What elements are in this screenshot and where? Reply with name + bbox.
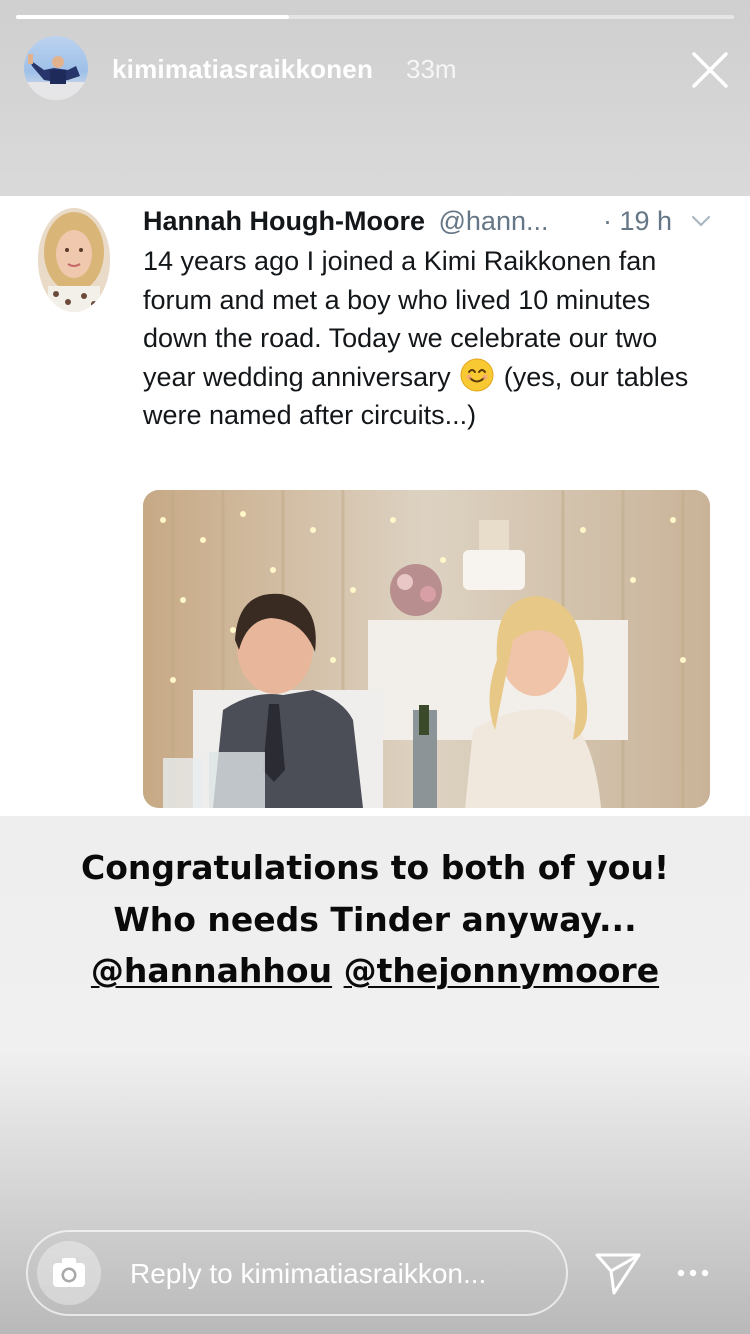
tweet-text: 14 years ago I joined a Kimi Raikkonen f… bbox=[143, 242, 713, 435]
tweet-photo[interactable] bbox=[143, 490, 710, 808]
tweet-card: Hannah Hough-Moore @hann... · 19 h 14 ye… bbox=[0, 196, 750, 816]
story-time: 33m bbox=[406, 54, 457, 84]
reply-input[interactable]: Reply to kimimatiasraikkon... bbox=[26, 1230, 568, 1316]
avatar-image bbox=[24, 54, 88, 100]
tweet-author-handle[interactable]: @hann... bbox=[439, 206, 549, 236]
chevron-down-icon[interactable] bbox=[691, 214, 711, 228]
tweet-author-name[interactable]: Hannah Hough-Moore bbox=[143, 206, 425, 236]
close-icon[interactable] bbox=[688, 48, 732, 92]
story-caption: Congratulations to both of you! Who need… bbox=[20, 842, 730, 997]
reply-placeholder: Reply to kimimatiasraikkon... bbox=[130, 1258, 487, 1289]
caption-line-2: Who needs Tinder anyway... bbox=[113, 899, 637, 939]
story-progress-fill bbox=[16, 15, 289, 19]
tweet-header: Hannah Hough-Moore @hann... · 19 h bbox=[143, 206, 723, 240]
story-username[interactable]: kimimatiasraikkonen bbox=[112, 54, 373, 85]
tweet-avatar bbox=[38, 208, 110, 312]
mention-thejonnymoore[interactable]: @thejonnymoore bbox=[344, 951, 660, 990]
story-progress-bar bbox=[16, 15, 734, 19]
more-icon[interactable] bbox=[676, 1265, 710, 1281]
tweet-time: · 19 h bbox=[603, 206, 673, 236]
avatar[interactable] bbox=[24, 36, 88, 100]
smiling-face-emoji bbox=[460, 358, 494, 392]
mention-hannahhou[interactable]: @hannahhou bbox=[91, 951, 332, 990]
caption-line-1: Congratulations to both of you! bbox=[80, 848, 669, 887]
story-header: kimimatiasraikkonen 33m bbox=[0, 34, 750, 104]
camera-icon bbox=[53, 1258, 85, 1287]
camera-button[interactable] bbox=[37, 1241, 101, 1305]
send-icon[interactable] bbox=[594, 1249, 642, 1297]
caption-line-3: @hannahhou @thejonnymoore bbox=[20, 945, 730, 997]
